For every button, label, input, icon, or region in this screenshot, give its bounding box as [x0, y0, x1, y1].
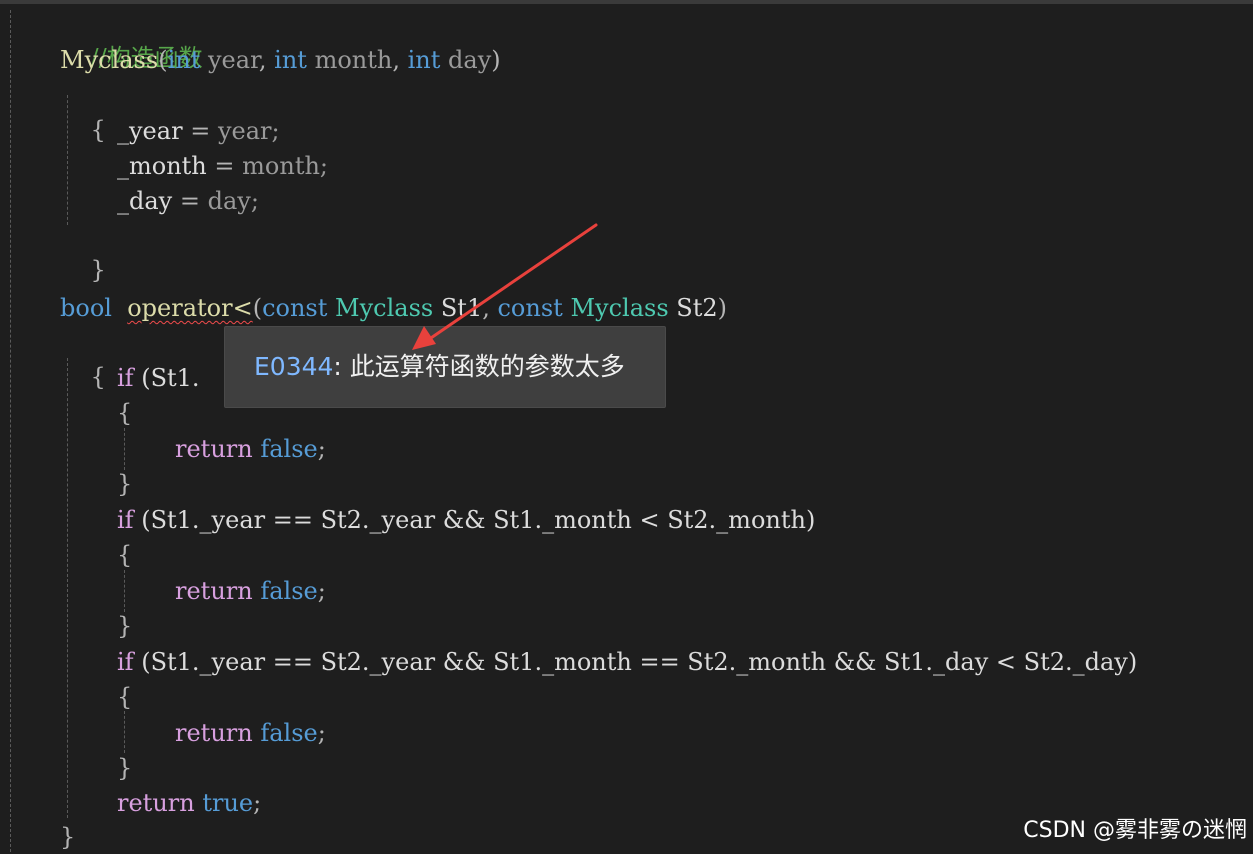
code-line-if3[interactable]: if (St1._year == St2._year && St1._month…: [117, 645, 1137, 679]
code-line-operator-signature[interactable]: bool operator<(const Myclass St1, const …: [60, 291, 727, 325]
open-brace: {: [90, 363, 106, 391]
open-brace: {: [90, 116, 106, 144]
open-brace: {: [117, 399, 133, 427]
param-name: month: [314, 46, 393, 74]
param-type: Myclass: [335, 294, 434, 322]
error-tooltip: E0344: 此运算符函数的参数太多: [224, 326, 666, 408]
semicolon: ;: [317, 719, 326, 747]
code-line-if1[interactable]: if (St1.: [117, 361, 200, 395]
param-year: year;: [217, 117, 280, 145]
param-type: Myclass: [570, 294, 669, 322]
true-keyword: true: [202, 789, 254, 817]
semicolon: ;: [317, 577, 326, 605]
open-brace: {: [117, 541, 133, 569]
open-brace: {: [117, 683, 133, 711]
return-type: bool: [60, 294, 112, 322]
close-brace: }: [117, 754, 133, 782]
const-keyword: const: [497, 294, 563, 322]
error-code: E0344: [254, 352, 334, 381]
code-line-assign-month[interactable]: _month = month;: [117, 149, 328, 183]
code-editor[interactable]: //构造函数 Myclass(int year, int month, int …: [0, 0, 1253, 852]
close-brace: }: [60, 823, 76, 851]
member-year: _year: [117, 117, 183, 145]
semicolon: ;: [317, 435, 326, 463]
param-name: day: [448, 46, 492, 74]
semicolon: ;: [253, 789, 262, 817]
code-line-return-false[interactable]: return false;: [175, 574, 326, 608]
code-line-close-brace[interactable]: }: [117, 467, 132, 501]
assign-op: =: [214, 152, 235, 180]
param-name: St1: [440, 294, 483, 322]
assign-op: =: [179, 187, 200, 215]
code-line-open-brace[interactable]: {: [60, 326, 106, 391]
indent-guide-if1: [124, 428, 125, 470]
param-name: St2: [676, 294, 718, 322]
code-line-open-brace[interactable]: {: [60, 79, 106, 144]
return-keyword: return: [175, 435, 253, 463]
if-keyword: if: [117, 648, 134, 676]
param-type: int: [167, 46, 201, 74]
code-line-if2[interactable]: if (St1._year == St2._year && St1._month…: [117, 503, 815, 537]
code-line-open-brace[interactable]: {: [117, 680, 132, 714]
const-keyword: const: [262, 294, 328, 322]
indent-guide-outer: [10, 10, 11, 852]
watermark: CSDN @雾非雾の迷惘: [1023, 818, 1247, 843]
close-brace: }: [90, 256, 106, 284]
member-day: _day: [117, 187, 173, 215]
code-line-close-brace[interactable]: }: [117, 751, 132, 785]
false-keyword: false: [260, 435, 318, 463]
return-keyword: return: [175, 577, 253, 605]
editor-top-border: [0, 0, 1253, 4]
if-condition: (St1._year == St2._year && St1._month < …: [141, 506, 816, 534]
code-line-return-false[interactable]: return false;: [175, 432, 326, 466]
operator-name-error[interactable]: operator<: [127, 294, 252, 322]
assign-op: =: [190, 117, 211, 145]
param-type: int: [407, 46, 441, 74]
code-line-open-brace[interactable]: {: [117, 538, 132, 572]
param-day: day;: [207, 187, 259, 215]
if-keyword: if: [117, 506, 134, 534]
code-line-comment[interactable]: //构造函数: [60, 7, 203, 72]
error-message: : 此运算符函数的参数太多: [333, 352, 625, 381]
if-keyword: if: [117, 364, 134, 392]
code-line-assign-day[interactable]: _day = day;: [117, 184, 259, 218]
return-keyword: return: [117, 789, 195, 817]
if-condition-partial: (St1.: [141, 364, 200, 392]
code-line-close-brace[interactable]: }: [117, 609, 132, 643]
indent-guide-if3: [124, 711, 125, 753]
param-month: month;: [242, 152, 329, 180]
code-line-return-false[interactable]: return false;: [175, 716, 326, 750]
code-line-close-brace[interactable]: }: [60, 219, 106, 284]
return-keyword: return: [175, 719, 253, 747]
indent-guide-if2: [124, 570, 125, 612]
if-condition: (St1._year == St2._year && St1._month ==…: [141, 648, 1138, 676]
param-type: int: [274, 46, 307, 74]
false-keyword: false: [260, 577, 318, 605]
ctor-name: Myclass: [60, 46, 159, 74]
code-line-close-brace[interactable]: }: [60, 820, 75, 854]
code-line-assign-year[interactable]: _year = year;: [117, 114, 280, 148]
code-line-ctor-signature[interactable]: Myclass(int year, int month, int day): [60, 43, 501, 77]
param-name: year: [208, 46, 259, 74]
false-keyword: false: [260, 719, 318, 747]
code-line-open-brace[interactable]: {: [117, 396, 132, 430]
close-brace: }: [117, 470, 133, 498]
code-line-return-true[interactable]: return true;: [117, 786, 261, 820]
member-month: _month: [117, 152, 207, 180]
close-brace: }: [117, 612, 133, 640]
